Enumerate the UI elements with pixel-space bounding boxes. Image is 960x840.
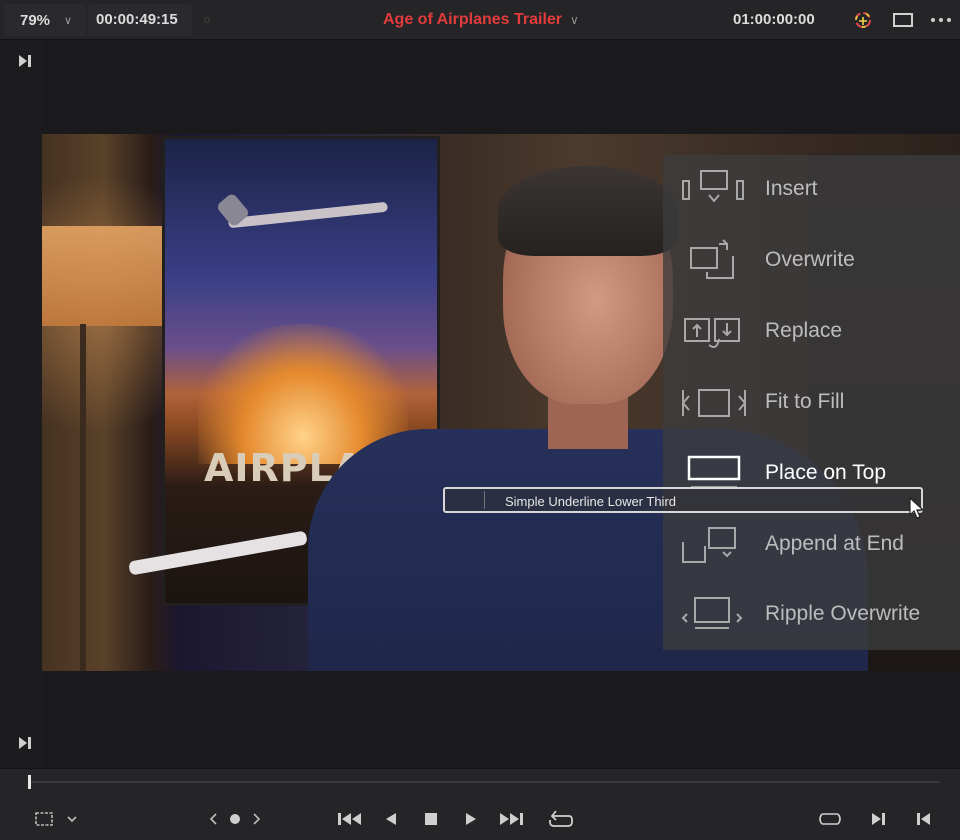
overlay-option-label: Append at End (765, 532, 904, 555)
overlay-option-fit-to-fill[interactable]: Fit to Fill (663, 368, 960, 438)
overlay-option-overwrite[interactable]: Overwrite (663, 226, 960, 296)
viewer-left-strip (8, 40, 42, 768)
overlay-option-label: Insert (765, 177, 818, 200)
match-frame-icon[interactable] (816, 808, 844, 830)
zoom-control[interactable]: 79% ∨ (8, 9, 88, 31)
loop-icon[interactable] (546, 808, 576, 830)
overlay-option-label: Place on Top (765, 461, 887, 484)
clip-thumbnail (447, 491, 485, 509)
record-timecode[interactable]: 01:00:00:00 (733, 11, 815, 28)
mark-in-icon[interactable] (912, 808, 936, 830)
overlay-option-insert[interactable]: Insert (663, 155, 960, 225)
go-to-end-icon[interactable] (497, 808, 525, 830)
status-dot-icon (204, 17, 210, 23)
source-timecode[interactable]: 00:00:49:15 (96, 11, 178, 28)
ripple-overwrite-icon (681, 597, 743, 629)
jog-control-icon[interactable] (206, 808, 264, 830)
viewer-size-icon[interactable] (890, 8, 916, 32)
safe-area-icon[interactable] (32, 808, 78, 830)
viewer-header: 79% ∨ 00:00:49:15 Age of Airplanes Trail… (0, 0, 960, 40)
dragged-clip[interactable]: Simple Underline Lower Third (443, 487, 923, 513)
overlay-option-label: Overwrite (765, 248, 855, 271)
append-at-end-icon (682, 527, 736, 563)
presenter-hair (498, 166, 678, 256)
stop-icon[interactable] (420, 808, 442, 830)
timeline-title-label: Age of Airplanes Trailer (383, 11, 563, 28)
chevron-down-icon[interactable]: ∨ (64, 14, 72, 27)
chevron-down-icon[interactable]: ∨ (570, 13, 579, 27)
first-frame-icon[interactable] (18, 54, 32, 68)
overlay-option-label: Ripple Overwrite (765, 602, 921, 625)
overlay-option-label: Fit to Fill (765, 390, 845, 413)
replace-icon (684, 318, 740, 348)
presenter (308, 166, 868, 671)
scrubber-track[interactable] (28, 781, 940, 783)
go-to-start-icon[interactable] (336, 808, 364, 830)
play-reverse-icon[interactable] (380, 808, 402, 830)
overlay-option-append-at-end[interactable]: Append at End (663, 510, 960, 580)
play-icon[interactable] (460, 808, 482, 830)
mark-out-icon[interactable] (866, 808, 890, 830)
zoom-level: 79% (20, 11, 51, 29)
insert-icon (682, 170, 744, 203)
playhead[interactable] (28, 775, 31, 789)
more-options-icon[interactable] (928, 8, 954, 32)
overlay-option-label: Replace (765, 319, 843, 342)
overlay-option-ripple-overwrite[interactable]: Ripple Overwrite (663, 580, 960, 650)
last-frame-icon[interactable] (18, 736, 32, 750)
timeline-title[interactable]: Age of Airplanes Trailer ∨ (383, 11, 579, 29)
color-wheel-icon[interactable] (850, 8, 876, 32)
lamp-pole (80, 324, 86, 671)
fit-to-fill-icon (681, 389, 747, 417)
dragged-clip-label: Simple Underline Lower Third (505, 494, 677, 509)
mouse-cursor-icon (909, 496, 925, 519)
overlay-option-replace[interactable]: Replace (663, 297, 960, 367)
overwrite-icon (690, 239, 734, 279)
